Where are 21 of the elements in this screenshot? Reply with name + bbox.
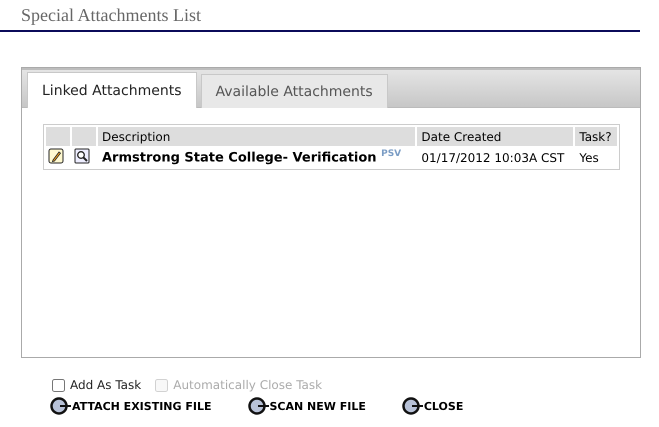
circle-icon <box>50 396 72 416</box>
action-button[interactable]: CLOSE <box>402 396 464 416</box>
column-header: Date Created <box>417 127 574 146</box>
table-cell: 01/17/2012 10:03A CST <box>421 150 564 164</box>
checkbox[interactable] <box>52 378 65 392</box>
magnifier-icon[interactable] <box>74 148 90 164</box>
action-button[interactable]: SCAN NEW FILE <box>248 396 366 416</box>
description-cell: Armstrong State College- Verification <box>102 150 377 166</box>
table-cell: Yes <box>579 150 599 164</box>
tab[interactable]: Available Attachments <box>200 74 388 108</box>
action-button[interactable]: ATTACH EXISTING FILE <box>50 396 212 416</box>
column-header: Task? <box>575 127 617 146</box>
circle-icon <box>248 396 270 416</box>
checkbox-label: Add As Task <box>70 378 142 392</box>
checkbox-label: Automatically Close Task <box>173 378 322 392</box>
tag-label: PSV <box>381 149 402 160</box>
circle-icon <box>402 396 424 416</box>
page-title: Special Attachments List <box>21 5 201 25</box>
tab[interactable]: Linked Attachments <box>27 72 196 108</box>
column-header: Description <box>98 127 416 146</box>
edit-icon[interactable] <box>48 148 64 164</box>
